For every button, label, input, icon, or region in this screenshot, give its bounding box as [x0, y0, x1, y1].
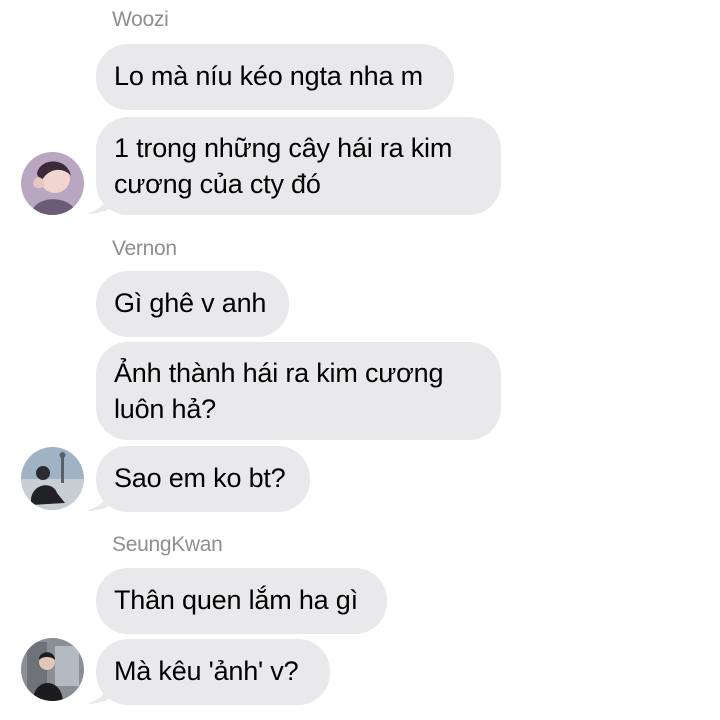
message-text-line: cương của cty đó — [114, 169, 321, 199]
avatar-seungkwan[interactable] — [21, 638, 84, 701]
bubble-tail — [86, 680, 110, 704]
message-bubble[interactable]: Lo mà níu kéo ngta nha m — [96, 44, 454, 110]
message-text: Sao em ko bt? — [114, 463, 286, 493]
sender-name-woozi: Woozi — [112, 8, 169, 31]
avatar-woozi[interactable] — [21, 152, 84, 215]
message-text: Mà kêu 'ảnh' v? — [114, 656, 299, 686]
message-bubble[interactable]: 1 trong những cây hái ra kim cương của c… — [96, 117, 501, 215]
sender-name-seungkwan: SeungKwan — [112, 533, 223, 556]
chat-screen: Woozi Lo mà níu kéo ngta nha m 1 trong n… — [0, 0, 720, 720]
message-bubble[interactable]: Mà kêu 'ảnh' v? — [96, 639, 330, 705]
message-bubble[interactable]: Sao em ko bt? — [96, 446, 310, 512]
message-text-line: Ảnh thành hái ra kim cương — [114, 358, 444, 388]
message-bubble[interactable]: Thân quen lắm ha gì — [96, 568, 387, 634]
bubble-tail — [86, 487, 110, 511]
message-bubble[interactable]: Gì ghê v anh — [96, 271, 289, 337]
message-text-line: luôn hả? — [114, 394, 216, 424]
sender-name-vernon: Vernon — [112, 237, 177, 260]
message-text: Lo mà níu kéo ngta nha m — [114, 61, 423, 91]
bubble-tail — [86, 190, 110, 214]
avatar-vernon[interactable] — [21, 447, 84, 510]
message-text-line: 1 trong những cây hái ra kim — [114, 133, 453, 163]
message-bubble[interactable]: Ảnh thành hái ra kim cương luôn hả? — [96, 342, 501, 440]
message-text: Thân quen lắm ha gì — [114, 585, 358, 615]
message-text: Gì ghê v anh — [114, 288, 267, 318]
